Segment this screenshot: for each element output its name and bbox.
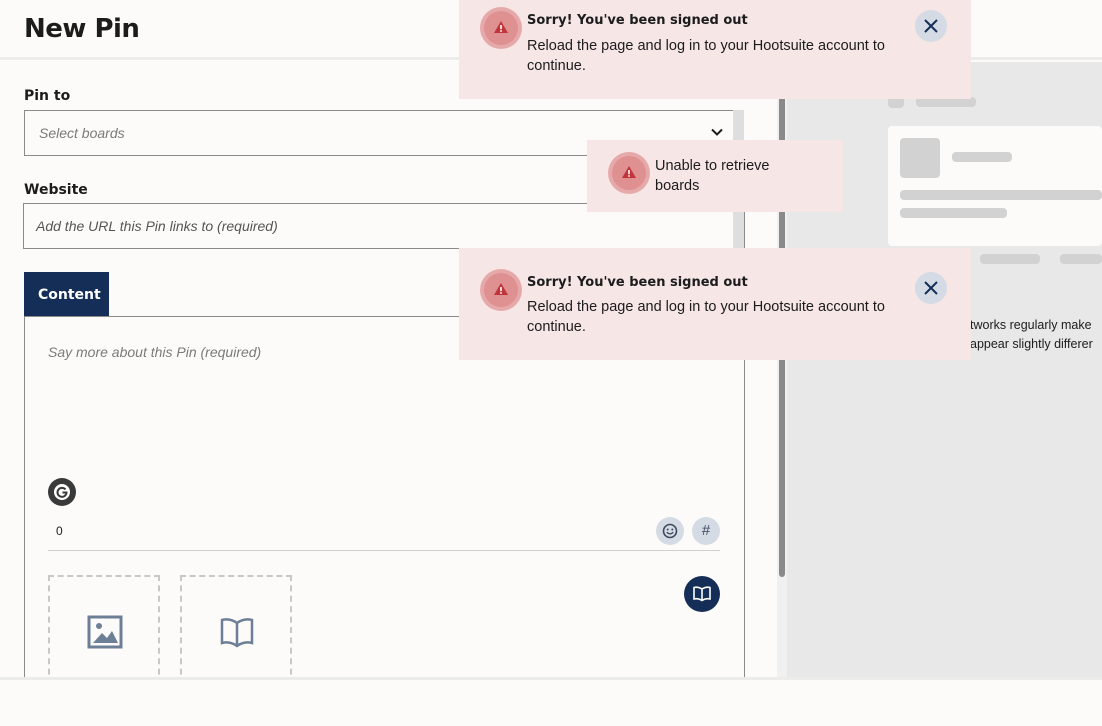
preview-note-line: tworks regularly make [970, 318, 1092, 332]
add-board-slot[interactable] [180, 575, 292, 685]
preview-card [888, 126, 1102, 246]
preview-skeleton [1060, 254, 1102, 264]
image-icon [87, 615, 123, 649]
toast-message: Unable to retrieve boards [655, 158, 770, 194]
preview-skeleton [980, 254, 1040, 264]
book-icon [220, 618, 254, 648]
editor-divider [48, 550, 720, 551]
boards-placeholder: Select boards [39, 125, 125, 141]
signed-out-toast: Sorry! You've been signed out Reload the… [459, 248, 971, 360]
close-toast-button[interactable] [915, 272, 947, 304]
pin-to-label: Pin to [24, 88, 71, 104]
warning-icon [608, 152, 650, 194]
book-open-icon [693, 586, 711, 602]
toast-title: Sorry! You've been signed out [527, 13, 748, 28]
warning-icon [480, 269, 522, 311]
footer-bar [0, 677, 1102, 726]
emoji-icon [662, 523, 678, 539]
preview-note-line: appear slightly differer [970, 337, 1093, 351]
tab-content[interactable]: Content [24, 272, 109, 317]
hashtag-button[interactable]: # [692, 517, 720, 545]
signed-out-toast: Sorry! You've been signed out Reload the… [459, 0, 971, 99]
toast-message: Reload the page and log in to your Hoots… [527, 38, 885, 74]
preview-disclaimer: tworks regularly make appear slightly di… [970, 316, 1102, 354]
content-editor[interactable]: Say more about this Pin (required) 0 # [24, 316, 745, 686]
emoji-button[interactable] [656, 517, 684, 545]
add-image-slot[interactable] [48, 575, 160, 685]
close-toast-button[interactable] [915, 10, 947, 42]
toast-title: Sorry! You've been signed out [527, 275, 748, 290]
preview-skeleton [900, 208, 1007, 218]
warning-icon [480, 7, 522, 49]
boards-error-toast: Unable to retrieve boards [587, 140, 843, 212]
content-placeholder: Say more about this Pin (required) [48, 344, 262, 360]
preview-skeleton [900, 190, 1102, 200]
chevron-down-icon [711, 128, 723, 136]
close-icon [924, 281, 938, 295]
website-label: Website [24, 182, 88, 198]
page-title: New Pin [24, 14, 140, 44]
website-placeholder: Add the URL this Pin links to (required) [36, 218, 278, 234]
character-count: 0 [56, 524, 63, 538]
grammarly-icon[interactable] [48, 478, 76, 506]
preview-skeleton [952, 152, 1012, 162]
preview-skeleton [900, 138, 940, 178]
close-icon [924, 19, 938, 33]
toast-message: Reload the page and log in to your Hoots… [527, 299, 885, 335]
board-library-button[interactable] [684, 576, 720, 612]
